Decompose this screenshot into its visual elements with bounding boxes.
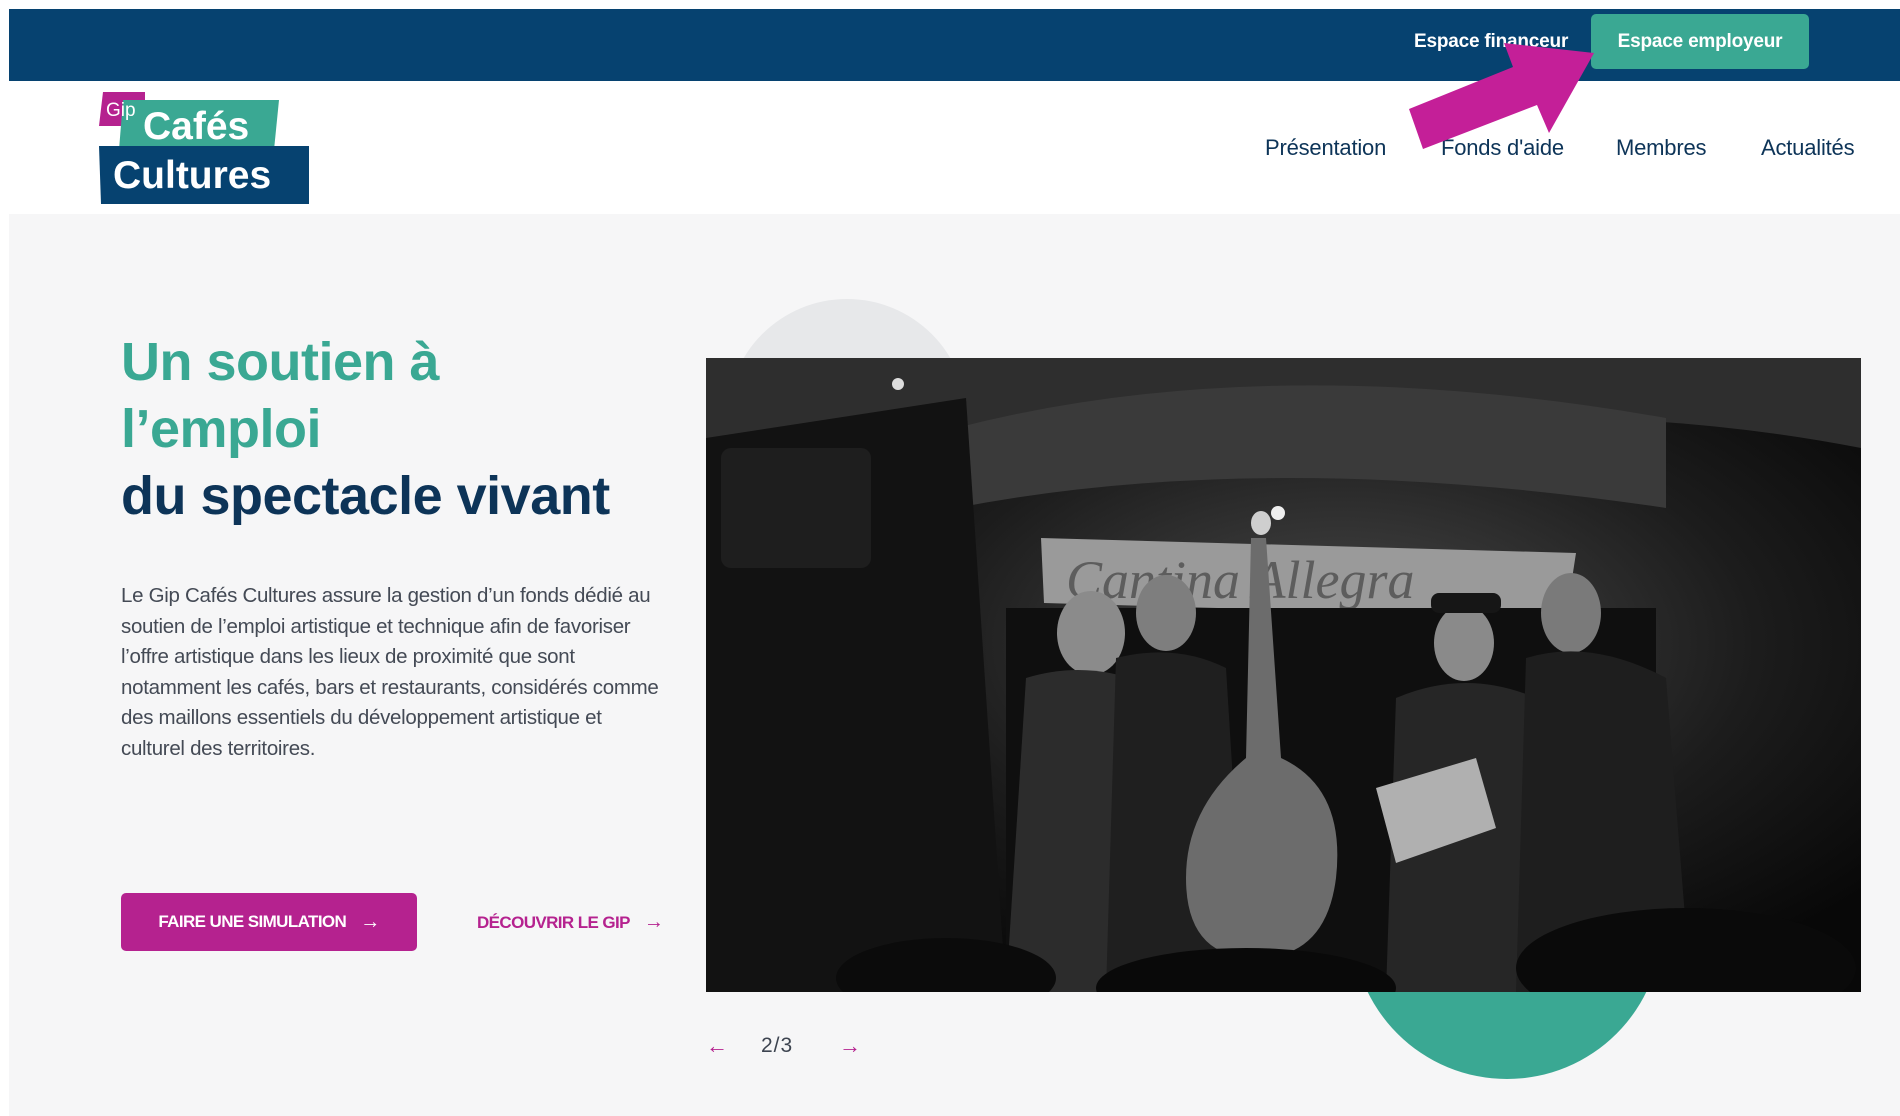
site-logo[interactable]: Gip Cafés Cultures [99,92,309,204]
hero-title-line-2: l’emploi [121,399,322,459]
hero-title: Un soutien à l’emploi du spectacle vivan… [121,329,610,530]
nav-item-presentation[interactable]: Présentation [1265,135,1386,161]
arrow-right-icon[interactable]: → [839,1033,861,1059]
arrow-right-icon: → [360,910,380,933]
top-bar: Espace financeur Espace employeur [9,9,1900,81]
hero-title-line-3: du spectacle vivant [121,466,610,526]
arrow-left-icon[interactable]: ← [706,1033,728,1059]
nav-item-actualites[interactable]: Actualités [1761,135,1855,161]
concert-photo: Cantina Allegra [706,358,1861,992]
svg-text:Gip: Gip [106,100,136,121]
svg-text:Cultures: Cultures [113,154,271,197]
svg-text:Cafés: Cafés [143,105,249,148]
svg-text:Cantina Allegra: Cantina Allegra [1066,550,1415,610]
discover-gip-link[interactable]: DÉCOUVRIR LE GIP → [477,911,664,934]
slider-pager: ← 2/3 → [706,1033,876,1065]
espace-employeur-button[interactable]: Espace employeur [1591,14,1809,69]
nav-item-membres[interactable]: Membres [1616,135,1706,161]
arrow-right-icon: → [643,911,664,933]
hero-slide-photo: Cantina Allegra [706,358,1861,992]
page: Espace financeur Espace employeur Gip Ca… [9,9,1900,1116]
hero-description: Le Gip Cafés Cultures assure la gestion … [121,584,659,760]
simulation-button[interactable]: FAIRE UNE SIMULATION → [121,893,417,951]
slider-counter: 2/3 [761,1034,794,1057]
discover-gip-label: DÉCOUVRIR LE GIP [477,912,630,932]
site-header: Gip Cafés Cultures Présentation Fonds d'… [9,81,1900,214]
simulation-button-label: FAIRE UNE SIMULATION [158,912,347,931]
pointer-arrow-icon [1409,43,1594,149]
hero-title-line-1: Un soutien à [121,332,440,392]
